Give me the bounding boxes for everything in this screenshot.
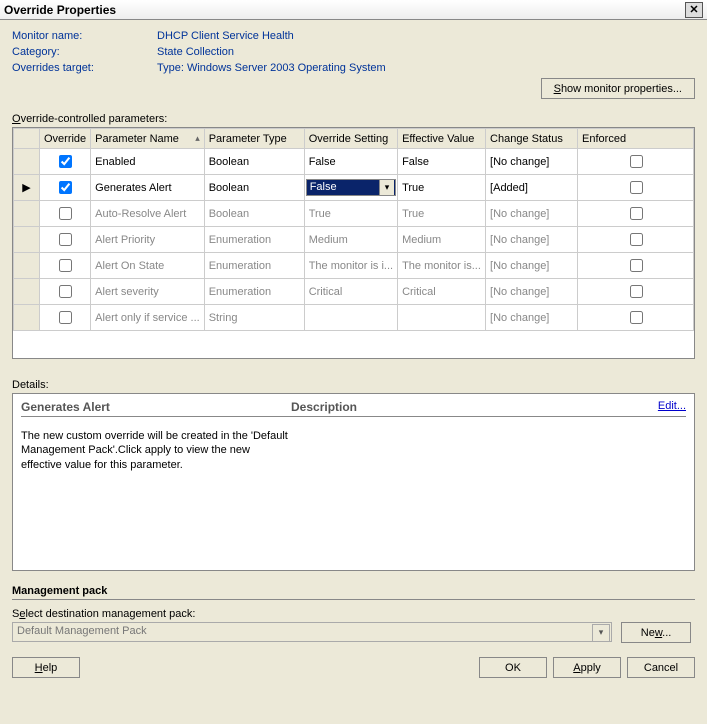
- ok-button[interactable]: OK: [479, 657, 547, 678]
- override-params-label: Override-controlled parameters:: [12, 113, 695, 125]
- overrides-target-value: Type: Windows Server 2003 Operating Syst…: [157, 62, 386, 74]
- enforced-checkbox[interactable]: [630, 259, 643, 272]
- cell-setting: Critical: [304, 279, 397, 305]
- col-override-setting[interactable]: Override Setting: [304, 129, 397, 149]
- row-header: [14, 253, 40, 279]
- col-override[interactable]: Override: [39, 129, 90, 149]
- enforced-checkbox[interactable]: [630, 207, 643, 220]
- cell-effective: The monitor is...: [398, 253, 486, 279]
- cell-change: [Added]: [486, 175, 578, 201]
- titlebar: Override Properties ✕: [0, 0, 707, 20]
- cell-change: [No change]: [486, 149, 578, 175]
- row-header: [14, 305, 40, 331]
- apply-button[interactable]: Apply: [553, 657, 621, 678]
- cell-name: Alert severity: [91, 279, 205, 305]
- cell-name: Auto-Resolve Alert: [91, 201, 205, 227]
- cell-change: [No change]: [486, 279, 578, 305]
- cell-change: [No change]: [486, 253, 578, 279]
- override-checkbox[interactable]: [59, 285, 72, 298]
- category-label: Category:: [12, 46, 157, 58]
- monitor-name-label: Monitor name:: [12, 30, 157, 42]
- cell-setting: Medium: [304, 227, 397, 253]
- row-header: [14, 279, 40, 305]
- details-parameter-name: Generates Alert: [21, 400, 291, 417]
- override-checkbox[interactable]: [59, 155, 72, 168]
- override-checkbox[interactable]: [59, 259, 72, 272]
- col-enforced[interactable]: Enforced: [578, 129, 694, 149]
- details-panel: Generates Alert The new custom override …: [12, 393, 695, 571]
- details-label: Details:: [12, 379, 695, 391]
- cell-type: Boolean: [204, 149, 304, 175]
- cell-type: String: [204, 305, 304, 331]
- management-pack-heading: Management pack: [12, 585, 695, 600]
- col-parameter-name[interactable]: Parameter Name: [91, 129, 205, 149]
- category-value: State Collection: [157, 46, 234, 58]
- grid-corner: [14, 129, 40, 149]
- table-row[interactable]: Auto-Resolve AlertBooleanTrueTrue[No cha…: [14, 201, 694, 227]
- table-row[interactable]: EnabledBooleanFalseFalse[No change]: [14, 149, 694, 175]
- help-button[interactable]: Help: [12, 657, 80, 678]
- cell-effective: Medium: [398, 227, 486, 253]
- override-checkbox[interactable]: [59, 207, 72, 220]
- cell-effective: False: [398, 149, 486, 175]
- enforced-checkbox[interactable]: [630, 155, 643, 168]
- cell-setting: The monitor is i...: [304, 253, 397, 279]
- row-header: [14, 227, 40, 253]
- override-checkbox[interactable]: [59, 181, 72, 194]
- details-body: The new custom override will be created …: [21, 429, 291, 472]
- table-row[interactable]: Alert severityEnumerationCriticalCritica…: [14, 279, 694, 305]
- overrides-target-label: Overrides target:: [12, 62, 157, 74]
- row-header: [14, 201, 40, 227]
- mp-select-label: Select destination management pack:: [12, 608, 695, 620]
- table-row[interactable]: ▶ Generates AlertBooleanFalseTrue[Added]: [14, 175, 694, 201]
- cell-name: Alert Priority: [91, 227, 205, 253]
- enforced-checkbox[interactable]: [630, 233, 643, 246]
- cell-type: Boolean: [204, 175, 304, 201]
- window-title: Override Properties: [4, 3, 116, 17]
- enforced-checkbox[interactable]: [630, 181, 643, 194]
- cell-type: Enumeration: [204, 253, 304, 279]
- row-header: [14, 149, 40, 175]
- cell-type: Enumeration: [204, 279, 304, 305]
- cell-name: Enabled: [91, 149, 205, 175]
- edit-link[interactable]: Edit...: [658, 400, 686, 412]
- close-icon[interactable]: ✕: [685, 2, 703, 18]
- cell-name: Generates Alert: [91, 175, 205, 201]
- cell-name: Alert only if service ...: [91, 305, 205, 331]
- cell-effective: True: [398, 201, 486, 227]
- cell-effective: Critical: [398, 279, 486, 305]
- enforced-checkbox[interactable]: [630, 285, 643, 298]
- col-effective-value[interactable]: Effective Value: [398, 129, 486, 149]
- override-checkbox[interactable]: [59, 311, 72, 324]
- override-setting-select[interactable]: False: [306, 179, 396, 196]
- row-header: ▶: [14, 175, 40, 201]
- management-pack-selected: Default Management Pack: [17, 625, 147, 637]
- cell-change: [No change]: [486, 201, 578, 227]
- col-change-status[interactable]: Change Status: [486, 129, 578, 149]
- cell-setting: True: [304, 201, 397, 227]
- cell-effective: [398, 305, 486, 331]
- cell-change: [No change]: [486, 305, 578, 331]
- table-row[interactable]: Alert On StateEnumerationThe monitor is …: [14, 253, 694, 279]
- new-management-pack-button[interactable]: New...: [621, 622, 691, 643]
- cell-setting: False: [304, 149, 397, 175]
- col-parameter-type[interactable]: Parameter Type: [204, 129, 304, 149]
- show-monitor-properties-button[interactable]: Show monitor properties...: [541, 78, 695, 99]
- details-description-heading: Description: [291, 400, 686, 417]
- enforced-checkbox[interactable]: [630, 311, 643, 324]
- cell-setting: [304, 305, 397, 331]
- table-row[interactable]: Alert PriorityEnumerationMediumMedium[No…: [14, 227, 694, 253]
- table-row[interactable]: Alert only if service ...String [No chang…: [14, 305, 694, 331]
- management-pack-select[interactable]: Default Management Pack: [12, 622, 612, 642]
- cell-change: [No change]: [486, 227, 578, 253]
- parameters-grid[interactable]: Override Parameter Name Parameter Type O…: [12, 127, 695, 359]
- cell-name: Alert On State: [91, 253, 205, 279]
- cell-type: Boolean: [204, 201, 304, 227]
- cell-type: Enumeration: [204, 227, 304, 253]
- override-checkbox[interactable]: [59, 233, 72, 246]
- monitor-name-value: DHCP Client Service Health: [157, 30, 294, 42]
- cancel-button[interactable]: Cancel: [627, 657, 695, 678]
- cell-effective: True: [398, 175, 486, 201]
